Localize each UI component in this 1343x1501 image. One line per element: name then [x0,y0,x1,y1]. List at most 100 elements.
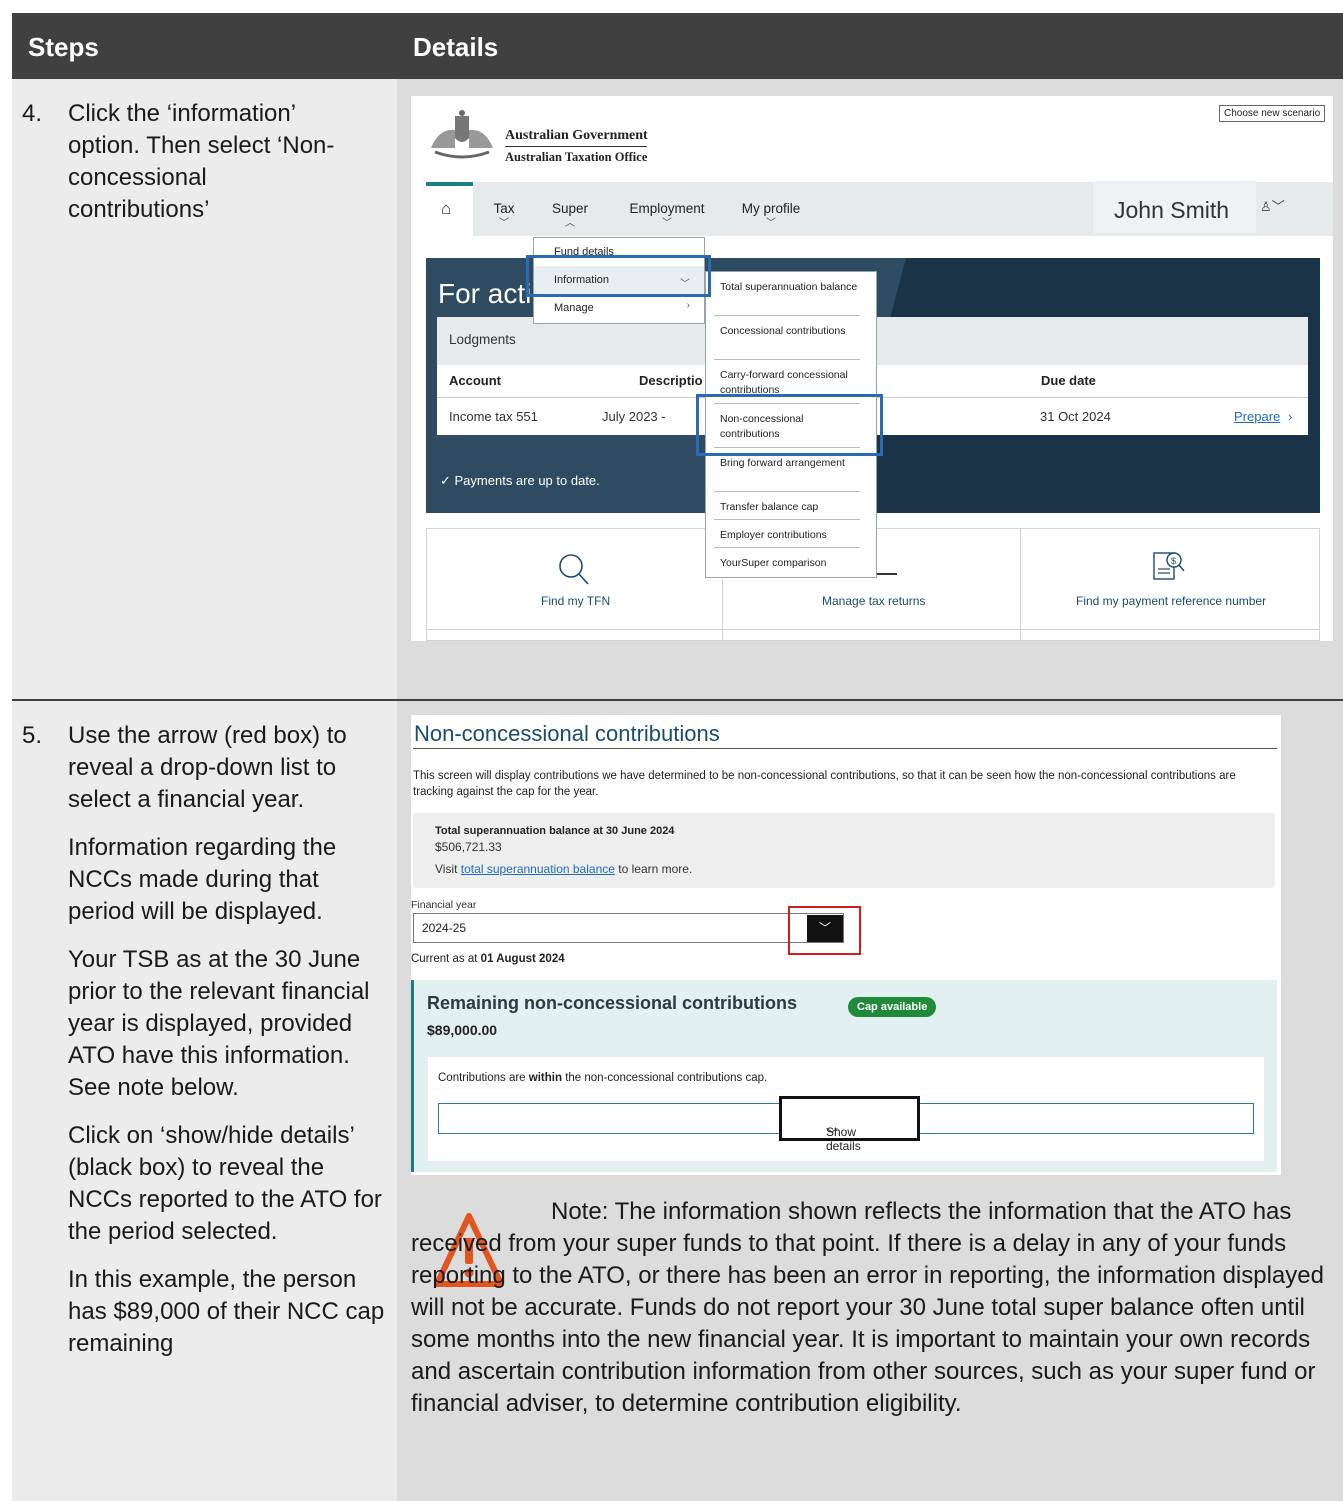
tsb-visit-text: Visit total superannuation balance to le… [435,862,692,876]
financial-year-value: 2024-25 [422,921,467,935]
highlight-information [526,255,711,297]
divider [426,629,1320,630]
note-indent [411,1209,551,1219]
payments-text: Payments are up to date. [454,473,600,488]
menu-item-employer-contributions[interactable]: Employer contributions [720,528,860,543]
cell-due-date: 31 Oct 2024 [1040,409,1111,424]
current-as-at: Current as at 01 August 2024 [411,953,565,965]
tsb-value: $506,721.33 [435,840,502,854]
step5-paragraph: Use the arrow (red box) to reveal a drop… [68,722,347,813]
current-prefix: Current as at [411,953,481,965]
page-title: Non-concessional contributions [414,721,720,746]
divider [714,315,860,316]
user-icon[interactable]: ♙﹀ [1260,196,1285,215]
chevron-down-icon: ﹀ [766,218,776,229]
nav-label: Super [551,201,589,216]
divider [714,547,860,548]
gov-name: Australian Government [505,128,648,143]
user-menu[interactable]: John Smith [1093,181,1256,233]
within-bold: within [528,1072,562,1084]
nav-tax[interactable]: Tax ﹀ [491,201,517,229]
ncc-screenshot: Non-concessional contributions This scre… [411,715,1281,1175]
user-name: John Smith [1114,197,1230,223]
status-badge: Cap available [848,997,937,1017]
step5-paragraph: Your TSB as at the 30 June prior to the … [68,946,370,1101]
step-number: 4. [22,100,43,127]
chevron-right-icon: › [686,300,690,311]
col-description: Descriptio [639,373,703,388]
search-icon [559,554,589,585]
step5-paragraph: In this example, the person has $89,000 … [68,1266,385,1357]
step-text: Click the ‘information’ option. Then sel… [68,100,335,223]
tile-manage-returns[interactable]: Manage tax returns [822,594,925,608]
divider [714,519,860,520]
hero-title: For acti [438,278,532,309]
nav-employment[interactable]: Employment ﹀ [627,201,707,229]
remaining-value: $89,000.00 [427,1022,498,1038]
financial-year-label: Financial year [411,899,477,911]
lodgments-label: Lodgments [449,332,516,347]
remaining-title: Remaining non-concessional contributions [427,993,798,1013]
financial-year-select[interactable]: 2024-25 [413,913,844,943]
menu-item-transfer-balance-cap[interactable]: Transfer balance cap [720,500,860,515]
chevron-down-icon: ﹀ [662,218,672,229]
divider [714,491,860,492]
nav-label: Employment [629,201,705,216]
divider [413,748,1277,749]
menu-item-bring-forward[interactable]: Bring forward arrangement [720,456,860,471]
cell-account: Income tax 551 [449,409,538,424]
show-details-button[interactable]: ﹀ Show details [779,1096,920,1153]
divider [714,359,860,360]
agency-name: Australian Taxation Office [505,150,648,164]
tile-payment-reference[interactable]: Find my payment reference number [1076,594,1266,608]
details-heading: Details [413,32,499,62]
chevron-down-icon: ﹀ [499,218,509,229]
show-details-text: Show details [826,1125,861,1153]
home-icon: ⌂ [441,199,452,218]
svg-text:$: $ [1171,556,1176,566]
highlight-non-concessional [696,394,883,456]
cell-description: July 2023 - [602,409,666,424]
divider [505,146,647,147]
step5-paragraph: Information regarding the NCCs made duri… [68,834,337,925]
table-header: Steps Details [12,13,1343,79]
chevron-up-icon: ︿ [565,218,575,229]
note-body: Note: The information shown reflects the… [411,1198,1324,1417]
tile-find-tfn[interactable]: Find my TFN [541,594,610,608]
step-text-block: Use the arrow (red box) to reveal a drop… [68,720,388,1376]
menu-item-concessional[interactable]: Concessional contributions [720,324,860,339]
payment-reference-icon: $ [1153,552,1185,580]
nav-label: Tax [493,201,515,216]
menu-item-manage[interactable]: Manage [554,302,594,314]
step5-paragraph: Click on ‘show/hide details’ (black box)… [68,1122,382,1245]
nav-my-profile[interactable]: My profile ﹀ [741,201,801,229]
nav-super[interactable]: Super ︿ [551,201,589,229]
menu-item-yoursuper[interactable]: YourSuper comparison [720,556,860,571]
step-number: 5. [22,722,43,749]
within-suffix: the non-concessional contributions cap. [562,1072,768,1084]
col-account: Account [449,373,501,388]
within-cap-text: Contributions are within the non-concess… [438,1072,767,1084]
coat-of-arms-icon [431,110,493,159]
divider [1020,528,1021,641]
nav-label: My profile [741,201,801,216]
highlight-dropdown-arrow [788,906,861,955]
visit-prefix: Visit [435,862,461,876]
choose-scenario-button[interactable]: Choose new scenario [1219,105,1326,122]
prepare-link[interactable]: Prepare [1234,409,1280,424]
tsb-title: Total superannuation balance at 30 June … [435,825,675,837]
visit-suffix: to learn more. [614,862,693,876]
col-due-date: Due date [1041,373,1096,388]
home-button[interactable]: ⌂ [426,182,473,236]
current-date: 01 August 2024 [480,953,565,965]
menu-item-tsb[interactable]: Total superannuation balance [720,280,860,295]
tsb-link[interactable]: total superannuation balance [461,862,615,876]
note-text: Note: The information shown reflects the… [411,1196,1336,1420]
steps-heading: Steps [28,32,99,62]
ato-screenshot: Australian Government Australian Taxatio… [411,96,1333,641]
check-icon: ✓ [440,473,455,488]
chevron-right-icon: › [1288,409,1293,424]
payments-status: ✓ Payments are up to date. [440,473,600,489]
within-prefix: Contributions are [438,1072,529,1084]
intro-text: This screen will display contributions w… [413,770,1236,798]
